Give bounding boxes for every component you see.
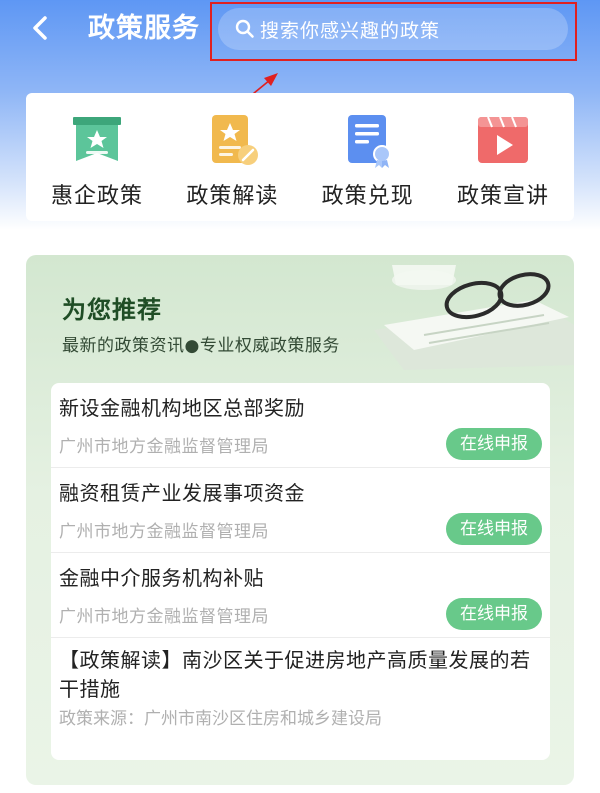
quick-link-policy-interpretation[interactable]: 政策解读 — [167, 93, 297, 221]
highlight-box — [210, 2, 577, 61]
policy-org: 广州市地方金融监督管理局 — [59, 607, 269, 627]
video-icon — [477, 116, 528, 163]
page-title: 政策服务 — [88, 13, 200, 44]
policy-article-item[interactable]: 【政策解读】南沙区关于促进房地产高质量发展的若干措施 政策来源：广州市南沙区住房… — [51, 638, 550, 760]
back-button[interactable] — [26, 10, 56, 46]
quick-links: 惠企政策 政策解读 政策兑现 政策宣讲 — [26, 93, 574, 221]
quick-link-policy-lecture[interactable]: 政策宣讲 — [438, 93, 568, 221]
policy-item[interactable]: 金融中介服务机构补贴 广州市地方金融监督管理局 在线申报 — [51, 553, 550, 638]
recommend-subtitle: 最新的政策资讯●专业权威政策服务 — [62, 336, 340, 356]
apply-online-button[interactable]: 在线申报 — [446, 513, 542, 545]
article-source: 政策来源：广州市南沙区住房和城乡建设局 — [59, 709, 382, 729]
apply-online-button[interactable]: 在线申报 — [446, 428, 542, 460]
apply-online-button[interactable]: 在线申报 — [446, 598, 542, 630]
recommend-card: 为您推荐 最新的政策资讯●专业权威政策服务 新设金融机构地区总部奖励 广州市地方… — [26, 255, 574, 785]
quick-link-enterprise-policy[interactable]: 惠企政策 — [32, 93, 162, 221]
certificate-icon — [347, 115, 391, 168]
policy-title: 融资租赁产业发展事项资金 — [59, 481, 305, 505]
chevron-left-icon — [33, 16, 47, 40]
quick-link-policy-fulfillment[interactable]: 政策兑现 — [303, 93, 433, 221]
policy-org: 广州市地方金融监督管理局 — [59, 437, 269, 457]
policy-item[interactable]: 融资租赁产业发展事项资金 广州市地方金融监督管理局 在线申报 — [51, 468, 550, 553]
award-icon — [73, 117, 121, 161]
quick-link-label: 惠企政策 — [50, 184, 143, 209]
quick-link-label: 政策解读 — [186, 184, 279, 209]
policy-item[interactable]: 新设金融机构地区总部奖励 广州市地方金融监督管理局 在线申报 — [51, 383, 550, 468]
policy-title: 新设金融机构地区总部奖励 — [59, 396, 305, 420]
quick-link-label: 政策兑现 — [321, 184, 414, 209]
doc-star-icon — [212, 115, 259, 165]
policy-title: 金融中介服务机构补贴 — [59, 566, 264, 590]
article-title: 【政策解读】南沙区关于促进房地产高质量发展的若干措施 — [59, 648, 531, 701]
recommend-title: 为您推荐 — [62, 296, 162, 324]
policy-org: 广州市地方金融监督管理局 — [59, 522, 269, 542]
quick-link-label: 政策宣讲 — [456, 184, 549, 209]
policy-list: 新设金融机构地区总部奖励 广州市地方金融监督管理局 在线申报 融资租赁产业发展事… — [51, 383, 550, 760]
glasses-newspaper-illustration — [374, 265, 574, 370]
